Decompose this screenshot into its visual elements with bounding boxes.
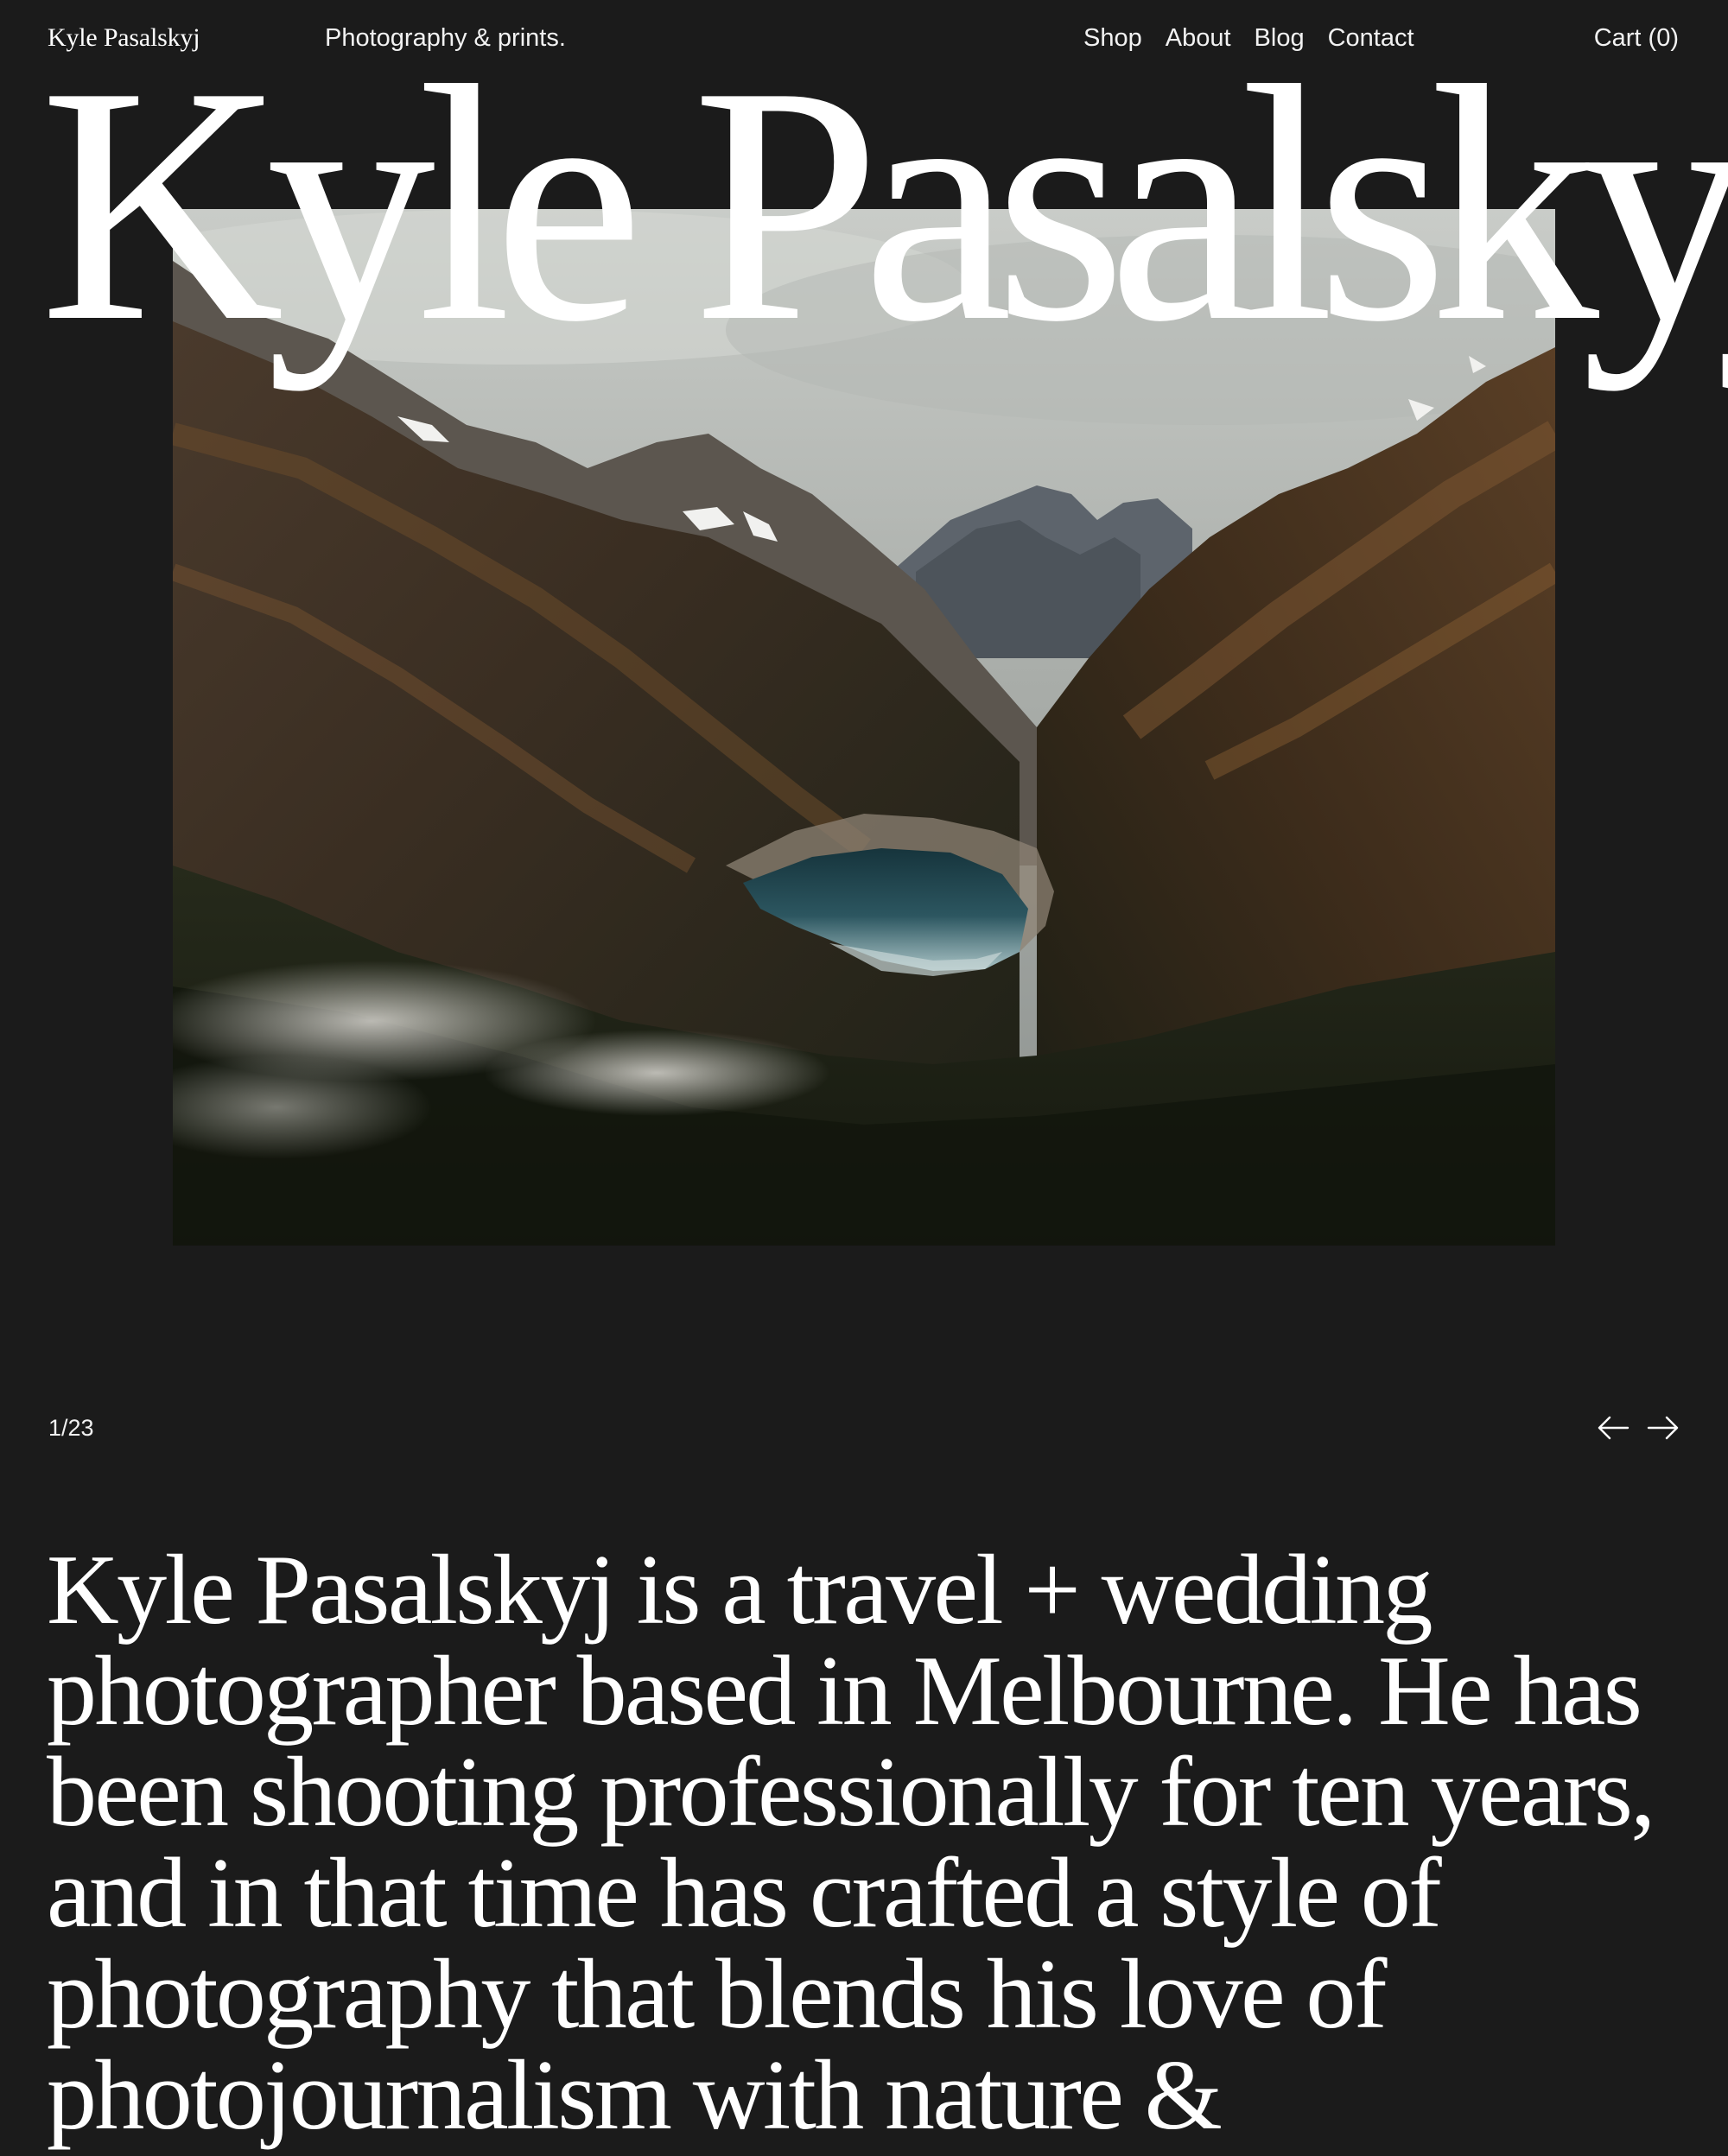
slider-next-button[interactable] [1647, 1411, 1680, 1444]
arrow-left-icon [1598, 1416, 1630, 1440]
arrow-right-icon [1647, 1416, 1679, 1440]
slider-arrows [1597, 1411, 1680, 1444]
slider-prev-button[interactable] [1597, 1411, 1630, 1444]
slide-counter: 1/23 [48, 1415, 94, 1441]
hero-title: Kyle Pasalskyj [40, 16, 1728, 391]
bio-paragraph: Kyle Pasalskyj is a travel + wedding pho… [47, 1535, 1655, 2151]
